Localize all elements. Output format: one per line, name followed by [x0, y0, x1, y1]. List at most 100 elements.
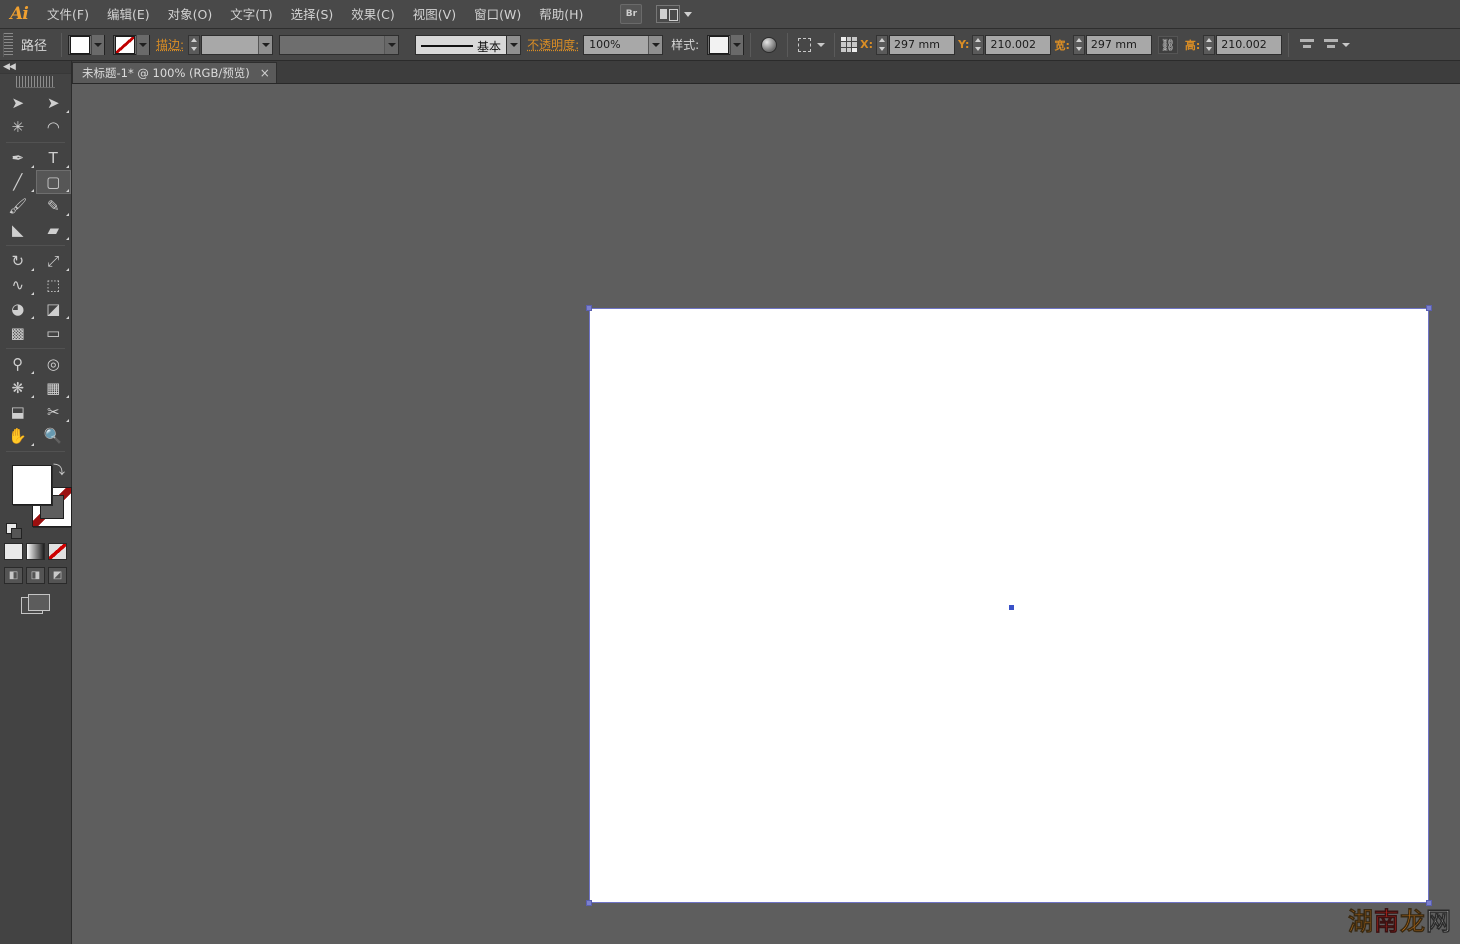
menu-view[interactable]: 视图(V) [404, 0, 465, 29]
stroke-profile-select[interactable]: 基本 [415, 34, 522, 55]
artboard-handle-tr[interactable] [1426, 305, 1432, 311]
y-input[interactable]: 210.002 [985, 34, 1052, 55]
stroke-profile-label: 基本 [477, 39, 502, 54]
magic-wand-tool[interactable]: ✳ [0, 115, 36, 139]
graphic-style-dropdown[interactable] [730, 34, 744, 55]
line-segment-tool[interactable]: ╱ [0, 170, 36, 194]
none-mode-button[interactable] [48, 543, 67, 560]
align-button[interactable] [1295, 34, 1319, 56]
menu-window[interactable]: 窗口(W) [465, 0, 530, 29]
control-bar-grip[interactable] [3, 32, 13, 57]
stroke-swatch-button[interactable] [113, 34, 151, 55]
slice-tool[interactable]: ✂ [36, 400, 72, 424]
fill-swatch-button[interactable] [68, 34, 106, 55]
fill-stroke-control: ⤵ [0, 461, 72, 539]
arrange-documents-button[interactable] [642, 5, 693, 23]
draw-behind-button[interactable]: ◨ [26, 567, 45, 584]
artboard-handle-tl[interactable] [586, 305, 592, 311]
fill-swatch-dropdown[interactable] [91, 34, 105, 55]
tool-group-indicator-icon [30, 292, 34, 295]
hand-tool[interactable]: ✋ [0, 424, 36, 448]
selection-tool[interactable]: ➤ [0, 91, 36, 115]
line-segment-icon: ╱ [13, 172, 23, 191]
eraser-tool[interactable]: ▰ [36, 218, 72, 242]
transform-panel-button[interactable] [794, 34, 828, 56]
artboard-tool[interactable]: ⬓ [0, 400, 36, 424]
x-input[interactable]: 297 mm [889, 34, 956, 55]
default-fill-stroke-icon[interactable] [6, 523, 22, 539]
close-icon[interactable]: × [260, 67, 270, 79]
gradient-tool[interactable]: ▭ [36, 321, 72, 345]
transform-again-button[interactable] [1319, 34, 1353, 56]
artboard-handle-bl[interactable] [586, 900, 592, 906]
menu-select[interactable]: 选择(S) [282, 0, 343, 29]
paintbrush-tool[interactable]: 🖌 [0, 194, 36, 218]
stroke-weight-stepper[interactable] [188, 34, 201, 55]
tools-panel-grip[interactable] [16, 76, 55, 88]
gradient-mode-button[interactable] [26, 543, 45, 560]
swap-fill-stroke-icon[interactable]: ⤵ [53, 461, 65, 478]
free-transform-tool[interactable]: ⬚ [36, 273, 72, 297]
draw-inside-button[interactable]: ◩ [48, 567, 67, 584]
column-graph-tool[interactable]: ▦ [36, 376, 72, 400]
perspective-grid-tool[interactable]: ◪ [36, 297, 72, 321]
opacity-label[interactable]: 不透明度: [527, 36, 579, 53]
brush-definition-select[interactable] [279, 34, 400, 55]
menu-effect[interactable]: 效果(C) [342, 0, 403, 29]
width-input[interactable]: 297 mm [1085, 34, 1152, 55]
menu-type[interactable]: 文字(T) [221, 0, 281, 29]
isolate-group-icon[interactable] [757, 34, 781, 56]
height-input[interactable]: 210.002 [1216, 34, 1283, 55]
tools-panel-header[interactable]: ◀◀ [0, 61, 71, 74]
menu-help[interactable]: 帮助(H) [530, 0, 592, 29]
x-stepper[interactable] [876, 34, 889, 55]
lasso-tool[interactable]: ◠ [36, 115, 72, 139]
opacity-input[interactable]: 100% [583, 34, 664, 55]
graphic-style-button[interactable] [707, 34, 745, 55]
bridge-icon[interactable]: Br [620, 4, 643, 24]
type-tool[interactable]: T [36, 146, 72, 170]
symbol-sprayer-tool[interactable]: ❋ [0, 376, 36, 400]
scale-tool[interactable]: ⤢ [36, 249, 72, 273]
direct-selection-tool[interactable]: ➤ [36, 91, 72, 115]
menu-object[interactable]: 对象(O) [159, 0, 222, 29]
document-tab[interactable]: 未标题-1* @ 100% (RGB/预览) × [72, 62, 277, 83]
width-stepper[interactable] [1072, 34, 1085, 55]
menu-file[interactable]: 文件(F) [38, 0, 98, 29]
shape-builder-tool[interactable]: ◕ [0, 297, 36, 321]
opacity-dropdown[interactable] [648, 35, 663, 54]
fill-color-swatch[interactable] [12, 465, 52, 505]
constrain-proportions-icon[interactable]: ⛓ [1157, 35, 1178, 54]
stroke-swatch-dropdown[interactable] [136, 34, 150, 55]
pencil-tool[interactable]: ✎ [36, 194, 72, 218]
brush-definition-dropdown[interactable] [384, 35, 399, 54]
rotate-tool[interactable]: ↻ [0, 249, 36, 273]
site-watermark-char: 湖 [1347, 907, 1374, 937]
draw-normal-button[interactable]: ◧ [4, 567, 23, 584]
eyedropper-tool[interactable]: ⚲ [0, 352, 36, 376]
screen-mode-button[interactable] [20, 594, 51, 616]
rectangle-tool[interactable]: ▢ [35, 170, 71, 194]
height-stepper[interactable] [1203, 34, 1216, 55]
collapse-panel-icon[interactable]: ◀◀ [3, 63, 16, 72]
draw-mode-row: ◧ ◨ ◩ [0, 567, 71, 584]
blend-tool[interactable]: ◎ [36, 352, 72, 376]
canvas-area[interactable]: Baidu 经验 jingyan.baidu.com 湖南龙网 [72, 84, 1460, 944]
blend-icon: ◎ [46, 354, 60, 373]
width-tool[interactable]: ∿ [0, 273, 36, 297]
stroke-profile-dropdown[interactable] [507, 34, 522, 55]
tool-group-indicator-icon [66, 165, 69, 168]
color-mode-button[interactable] [4, 543, 23, 560]
stroke-weight-dropdown[interactable] [258, 35, 273, 54]
chevron-down-icon [387, 42, 396, 47]
mesh-tool[interactable]: ▩ [0, 321, 36, 345]
stroke-weight-input[interactable] [201, 34, 274, 55]
menu-edit[interactable]: 编辑(E) [98, 0, 159, 29]
zoom-tool[interactable]: 🔍 [36, 424, 72, 448]
reference-point-selector[interactable] [841, 36, 858, 53]
pen-tool[interactable]: ✒ [0, 146, 36, 170]
y-stepper[interactable] [972, 34, 985, 55]
artboard[interactable]: Baidu 经验 jingyan.baidu.com [586, 305, 1432, 906]
stroke-weight-label[interactable]: 描边: [156, 36, 184, 53]
blob-brush-tool[interactable]: ◣ [0, 218, 36, 242]
